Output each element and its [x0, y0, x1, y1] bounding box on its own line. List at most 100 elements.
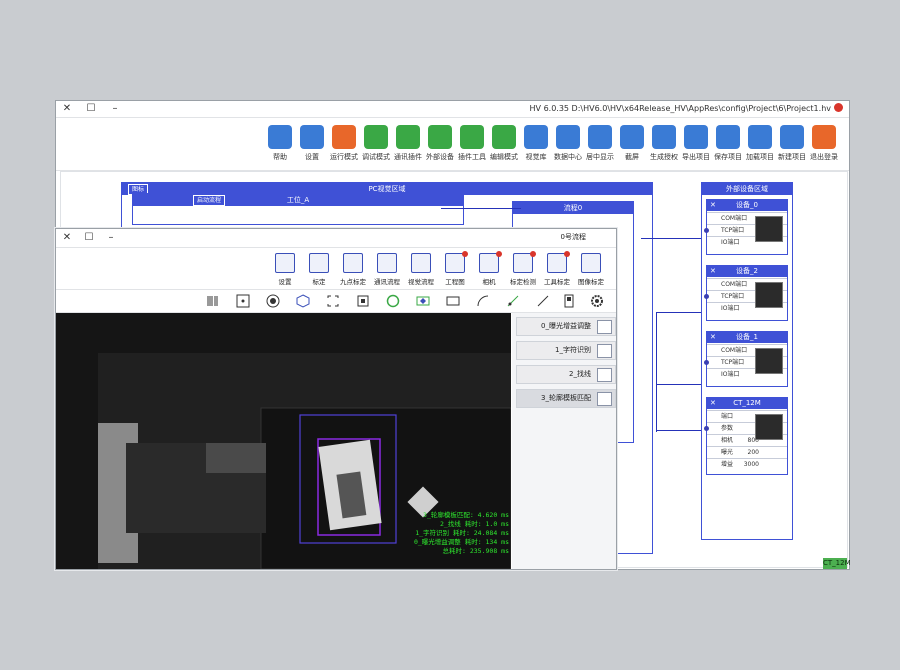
port-value: 3000 [743, 461, 759, 468]
circle-find-icon[interactable] [386, 294, 400, 308]
settings-gear-icon[interactable] [590, 294, 604, 308]
arc-icon[interactable] [476, 294, 490, 308]
toolbar-button[interactable]: 退出登录 [807, 125, 841, 162]
vision-tool-button[interactable]: 图像标定 [574, 253, 608, 286]
line-find-icon[interactable] [506, 294, 520, 308]
toolbar-label: 调试模式 [362, 153, 390, 161]
toolbar-button[interactable]: 截屏 [615, 125, 649, 162]
vision-tool-button[interactable]: 工具标定 [540, 251, 574, 286]
toolbar-button[interactable]: 视觉库 [519, 125, 553, 162]
toolbar-button[interactable]: 设置 [295, 125, 329, 162]
image-viewer[interactable]: 3_轮廓模板匹配: 4.620 ms 2_找线 耗时: 1.0 ms 1_字符识别 … [56, 313, 512, 570]
device-card[interactable]: ✕ 设备_1 COM端口 TCP端口 IO端口 [704, 331, 788, 387]
flow-step[interactable]: 2_找线 [516, 365, 616, 384]
connector-dot[interactable] [704, 294, 709, 299]
close-icon[interactable]: ✕ [710, 266, 716, 277]
toolbar-button[interactable]: 运行模式 [327, 125, 361, 162]
connector-dot[interactable] [704, 426, 709, 431]
toolbar-button[interactable]: 导出项目 [679, 125, 713, 162]
vision-tool-button[interactable]: 通讯流程 [370, 253, 404, 286]
toolbar-button[interactable]: 插件工具 [455, 125, 489, 162]
vision-tool-button[interactable]: 设置 [268, 253, 302, 286]
flow-step[interactable]: 3_轮廓模板匹配 [516, 389, 616, 408]
device-header: ✕ 设备_2 [707, 266, 787, 277]
crop-icon[interactable] [326, 294, 340, 308]
notification-badge [530, 251, 536, 257]
port-label: IO端口 [721, 305, 740, 312]
minimize-icon[interactable]: – [100, 230, 122, 246]
close-icon[interactable]: ✕ [56, 230, 78, 246]
region-icon[interactable] [416, 294, 430, 308]
hexagon-icon[interactable] [296, 294, 310, 308]
vision-tool-button[interactable]: 视觉流程 [404, 253, 438, 286]
toolbar-label: 加载项目 [746, 153, 774, 161]
port-label: IO端口 [721, 371, 740, 378]
close-icon[interactable]: ✕ [710, 332, 716, 343]
toolbar-button[interactable]: 新建项目 [775, 125, 809, 162]
notification-badge [496, 251, 502, 257]
flow-tab[interactable]: 0号流程 [561, 232, 586, 242]
maximize-icon[interactable]: ☐ [78, 230, 100, 246]
toolbar-label: 居中显示 [586, 153, 614, 161]
vision-tool-button[interactable]: 九点标定 [336, 253, 370, 286]
toolbar-label: 导出项目 [682, 153, 710, 161]
grid-icon[interactable] [446, 294, 460, 308]
close-icon[interactable]: ✕ [710, 398, 716, 409]
toolbar-icon [684, 125, 708, 149]
connector-dot[interactable] [704, 360, 709, 365]
focus-icon[interactable] [356, 294, 370, 308]
toolbar-label: 插件工具 [458, 153, 486, 161]
toolbar-button[interactable]: 帮助 [263, 125, 297, 162]
toolbar-button[interactable]: 加载项目 [743, 125, 777, 162]
toolbar-button[interactable]: 通讯插件 [391, 125, 425, 162]
toolbar-button[interactable]: 外部设备 [423, 125, 457, 162]
aperture-icon[interactable] [266, 294, 280, 308]
barcode-icon[interactable] [206, 294, 220, 308]
minimize-icon[interactable]: – [104, 101, 126, 117]
close-icon[interactable]: ✕ [710, 200, 716, 211]
toolbar-button[interactable]: 生成授权 [647, 125, 681, 162]
device-header: ✕ 设备_1 [707, 332, 787, 343]
device-name: 设备_2 [736, 267, 758, 275]
device-image [755, 414, 783, 440]
toolbar-label: 帮助 [273, 153, 287, 161]
vision-tool-button[interactable]: 工程图 [438, 251, 472, 286]
vision-tool-icon [309, 253, 329, 273]
step-label: 2_找线 [569, 370, 591, 378]
vision-tool-button[interactable]: 标定检测 [506, 251, 540, 286]
toolbar-button[interactable]: 编辑模式 [487, 125, 521, 162]
timing-readout: 总耗时: 235.908 ms [442, 547, 509, 555]
close-icon[interactable]: ✕ [56, 101, 78, 117]
connector-dot[interactable] [704, 228, 709, 233]
port-label: 增益 [721, 461, 734, 468]
vision-tool-button[interactable]: 相机 [472, 251, 506, 286]
device-card[interactable]: ✕ 设备_0 COM端口 TCP端口 IO端口 [704, 199, 788, 255]
toolbar-icon [780, 125, 804, 149]
toolbar-button[interactable]: 保存项目 [711, 125, 745, 162]
toolbar-button[interactable]: 居中显示 [583, 125, 617, 162]
vision-tool-label: 工具标定 [544, 278, 570, 286]
device-port-row[interactable]: 增益 3000 [707, 458, 787, 470]
status-badge: CT_12M [823, 558, 851, 569]
flow-step[interactable]: 1_字符识别 [516, 341, 616, 360]
panel-icon[interactable] [562, 294, 576, 308]
connector-line [441, 208, 521, 209]
toolbar-icon [300, 125, 324, 149]
toolbar-icon [652, 125, 676, 149]
toolbar-label: 外部设备 [426, 153, 454, 161]
measure-icon[interactable] [236, 294, 250, 308]
devices-header: 外部设备区域 [702, 183, 792, 195]
start-flow-button[interactable]: 启动流程 [193, 195, 226, 206]
ruler-icon[interactable] [536, 294, 550, 308]
flow-step[interactable]: 0_曝光增益调整 [516, 317, 616, 336]
device-name: 设备_1 [736, 333, 758, 341]
step-icon [597, 320, 612, 334]
step-list: 0_曝光增益调整 1_字符识别 2_找线 3_轮廓模板匹配 [512, 313, 616, 569]
device-port-row[interactable]: 曝光 200 [707, 446, 787, 458]
maximize-icon[interactable]: ☐ [80, 101, 102, 117]
device-card[interactable]: ✕ CT_12M 端口 参数 相机 800 曝光 200 增益 3000 [704, 397, 788, 475]
toolbar-button[interactable]: 调试模式 [359, 125, 393, 162]
device-card[interactable]: ✕ 设备_2 COM端口 TCP端口 IO端口 [704, 265, 788, 321]
vision-tool-button[interactable]: 标定 [302, 253, 336, 286]
toolbar-button[interactable]: 数据中心 [551, 125, 585, 162]
